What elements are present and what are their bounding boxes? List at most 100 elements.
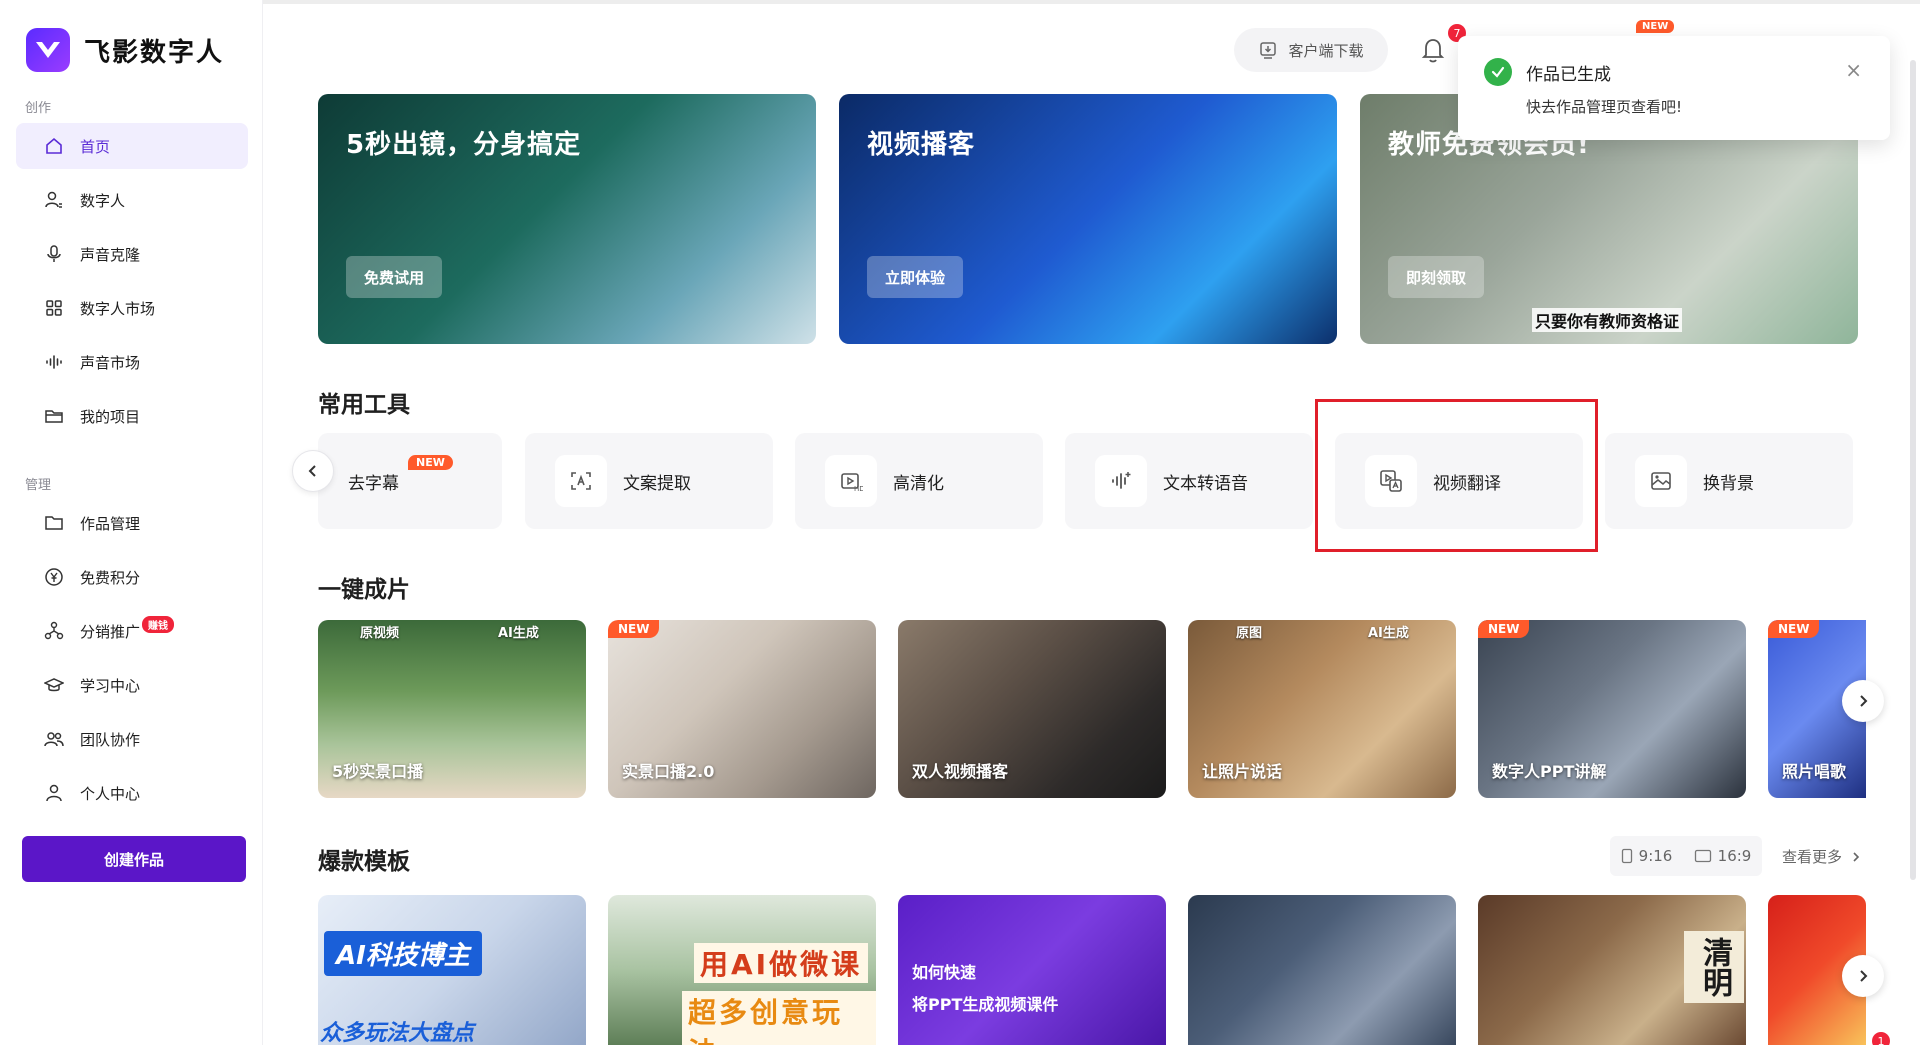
tool-label: 高清化 (893, 473, 944, 494)
graduation-cap-icon (44, 675, 64, 695)
section-label-create: 创作 (25, 101, 52, 116)
clip-label: 双人视频播客 (912, 762, 1009, 781)
template-ai-tech-blogger[interactable]: AI科技博主 众多玩法大盘点 (318, 895, 586, 1045)
share-network-icon (44, 621, 64, 641)
template-title: AI科技博主 (324, 931, 482, 976)
sidebar-item-label: 声音市场 (80, 353, 141, 372)
banner-clone[interactable]: 5秒出镜，分身搞定 免费试用 (318, 94, 816, 344)
toast-message: 快去作品管理页查看吧! (1526, 98, 1683, 116)
app-name: 飞影数字人 (84, 37, 225, 68)
tool-label: 去字幕 (348, 473, 399, 494)
tool-hd[interactable]: HD 高清化 (795, 433, 1043, 529)
banner-title: 视频播客 (867, 130, 976, 160)
new-badge: NEW (408, 455, 453, 470)
app-logo[interactable]: 飞影数字人 (26, 28, 224, 72)
sidebar-item-affiliate[interactable]: 分销推广 赚钱 (16, 608, 248, 654)
sidebar-item-avatar[interactable]: 数字人 (16, 177, 248, 223)
clip-live-talk-2[interactable]: NEW 实景口播2.0 (608, 620, 876, 798)
logo-mark-icon (26, 28, 70, 72)
templates-next-button[interactable] (1842, 955, 1884, 997)
ratio-portrait-label: 9:16 (1638, 847, 1673, 865)
avatar-icon (44, 190, 64, 210)
create-work-button[interactable]: 创建作品 (22, 836, 246, 882)
tools-section-title: 常用工具 (318, 392, 410, 418)
ratio-portrait-option[interactable]: 9:16 (1621, 847, 1673, 865)
folder-icon (44, 513, 64, 533)
clip-label: 数字人PPT讲解 (1492, 762, 1607, 781)
landscape-screen-icon (1694, 849, 1711, 863)
clip-live-talk[interactable]: 原视频 AI生成 5秒实景口播 (318, 620, 586, 798)
sidebar-item-home[interactable]: 首页 (16, 123, 248, 169)
header-new-tag: NEW (1636, 20, 1675, 33)
clip-label: 实景口播2.0 (622, 762, 715, 781)
view-more-link[interactable]: 查看更多 (1782, 846, 1862, 867)
sidebar-item-label: 声音克隆 (80, 245, 141, 264)
clip-label: 让照片说话 (1202, 762, 1283, 781)
chevron-right-icon (1853, 851, 1860, 862)
sidebar-item-learning[interactable]: 学习中心 (16, 662, 248, 708)
view-more-label: 查看更多 (1782, 848, 1843, 866)
clip-label: 5秒实景口播 (332, 762, 424, 781)
sidebar-item-label: 作品管理 (80, 514, 141, 533)
sidebar-item-my-projects[interactable]: 我的项目 (16, 393, 248, 439)
sidebar-item-profile[interactable]: 个人中心 (16, 770, 248, 816)
tool-label: 文本转语音 (1163, 473, 1248, 494)
templates-section-title: 爆款模板 (318, 849, 410, 875)
team-icon (44, 729, 64, 749)
template-subtitle: 超多创意玩法 (682, 991, 876, 1045)
tools-prev-button[interactable] (292, 450, 334, 492)
ratio-landscape-label: 16:9 (1717, 847, 1752, 865)
tool-label: 视频翻译 (1433, 473, 1501, 494)
video-translate-icon (1365, 455, 1417, 507)
clip-ppt-explain[interactable]: NEW 数字人PPT讲解 (1478, 620, 1746, 798)
banner-claim-button[interactable]: 即刻领取 (1388, 256, 1485, 298)
template-subtitle: 众多玩法大盘点 (320, 1021, 475, 1045)
sidebar-item-voice-market[interactable]: 声音市场 (16, 339, 248, 385)
sidebar-item-team[interactable]: 团队协作 (16, 716, 248, 762)
tool-change-background[interactable]: 换背景 (1605, 433, 1853, 529)
banner-free-trial-button[interactable]: 免费试用 (346, 256, 443, 298)
tool-text-extract[interactable]: 文案提取 (525, 433, 773, 529)
tool-video-translate[interactable]: 视频翻译 (1335, 433, 1583, 529)
ratio-filter: 9:16 16:9 (1610, 836, 1762, 876)
download-icon (1260, 42, 1277, 59)
sidebar-item-voice-clone[interactable]: 声音克隆 (16, 231, 248, 277)
banner-podcast[interactable]: 视频播客 立即体验 (839, 94, 1337, 344)
clip-label: 照片唱歌 (1782, 762, 1847, 781)
sidebar-item-label: 学习中心 (80, 676, 141, 695)
client-download-button[interactable]: 客户端下载 (1234, 28, 1388, 72)
sidebar-item-works[interactable]: 作品管理 (16, 500, 248, 546)
browser-top-edge (0, 0, 1920, 4)
toast-close-icon[interactable]: × (1845, 58, 1862, 82)
template-news-anchor[interactable] (1188, 895, 1456, 1045)
sidebar-item-label: 我的项目 (80, 407, 141, 426)
clip-dual-podcast[interactable]: 双人视频播客 (898, 620, 1166, 798)
sidebar-item-label: 首页 (80, 137, 111, 156)
text-to-speech-icon (1095, 455, 1147, 507)
notification-bell-icon[interactable] (1420, 36, 1446, 68)
corner-notification-badge: 1 (1872, 1032, 1890, 1045)
template-ai-micro-course[interactable]: 用AI做微课 超多创意玩法 (608, 895, 876, 1045)
oneclick-next-button[interactable] (1842, 680, 1884, 722)
sidebar-item-label: 团队协作 (80, 730, 141, 749)
clip-photo-talk[interactable]: 原图 AI生成 让照片说话 (1188, 620, 1456, 798)
folder-open-icon (44, 406, 64, 426)
toast-title: 作品已生成 (1526, 65, 1611, 85)
banner-try-now-button[interactable]: 立即体验 (867, 256, 964, 298)
tool-remove-subtitle[interactable]: 去字幕 NEW (318, 433, 502, 529)
ratio-landscape-option[interactable]: 16:9 (1694, 847, 1752, 865)
template-qingming[interactable]: 清明 (1478, 895, 1746, 1045)
tool-text-to-speech[interactable]: 文本转语音 (1065, 433, 1313, 529)
template-title: 用AI做微课 (694, 943, 869, 983)
text-extract-icon (555, 455, 607, 507)
sidebar-item-label: 数字人 (80, 191, 126, 210)
sidebar-item-avatar-market[interactable]: 数字人市场 (16, 285, 248, 331)
template-ppt-courseware[interactable]: 如何快速 将PPT生成视频课件 (898, 895, 1166, 1045)
chevron-left-icon (308, 465, 316, 477)
tool-label: 文案提取 (623, 473, 691, 494)
clip-tag-original: 原视频 (360, 626, 400, 641)
chevron-right-icon (1860, 970, 1868, 982)
sidebar-item-free-points[interactable]: 免费积分 (16, 554, 248, 600)
sidebar: 飞影数字人 创作 首页 数字人 声音克隆 数字人市场 声音市场 我的项目 管理 … (0, 0, 263, 1045)
page-scrollbar[interactable] (1910, 60, 1916, 880)
